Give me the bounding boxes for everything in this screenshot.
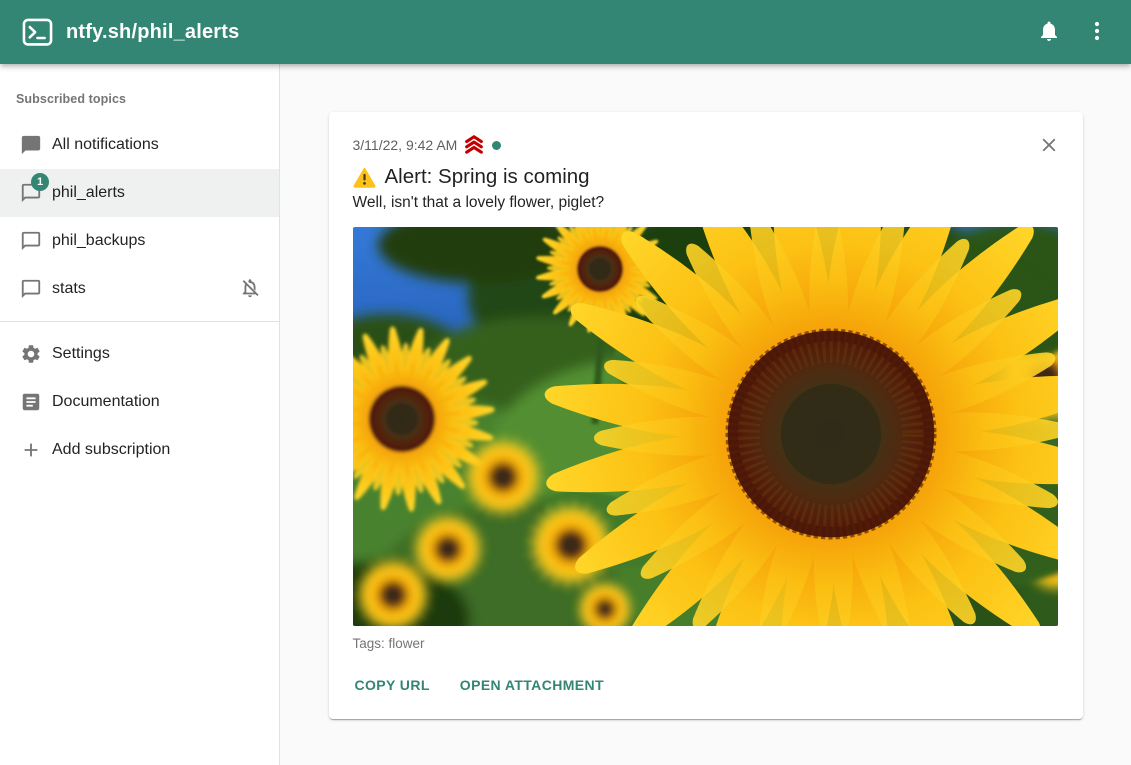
sidebar: Subscribed topics All notifications 1 ph… (0, 64, 280, 765)
sidebar-item-documentation[interactable]: Documentation (0, 378, 279, 426)
sidebar-item-label: phil_backups (52, 232, 145, 250)
timestamp: 3/11/22, 9:42 AM (353, 137, 458, 153)
close-notification-button[interactable] (1027, 124, 1071, 168)
main-content: 3/11/22, 9:42 AM (280, 64, 1131, 765)
notifications-bell-icon (1037, 19, 1061, 46)
sidebar-item-label: phil_alerts (52, 184, 125, 202)
chat-bubble-outline-icon: 1 (19, 181, 43, 205)
notifications-bell-button[interactable] (1025, 8, 1073, 56)
ntfy-app: ntfy.sh/phil_alerts Subscribed topics (0, 0, 1131, 765)
subscribed-topics-label: Subscribed topics (0, 80, 279, 121)
notification-tags: Tags: flower (353, 636, 1059, 651)
sidebar-item-phil-backups[interactable]: phil_backups (0, 217, 279, 265)
app-bar: ntfy.sh/phil_alerts (0, 0, 1131, 64)
sidebar-item-add-subscription[interactable]: Add subscription (0, 426, 279, 474)
sidebar-item-label: Settings (52, 345, 110, 363)
article-icon (19, 390, 43, 414)
sidebar-item-label: Documentation (52, 393, 160, 411)
unread-count-badge: 1 (31, 173, 49, 191)
attachment-image[interactable] (353, 227, 1058, 626)
notifications-off-icon (239, 277, 263, 301)
sidebar-item-stats[interactable]: stats (0, 265, 279, 313)
copy-url-button[interactable]: COPY URL (353, 667, 432, 703)
overflow-menu-icon (1085, 19, 1109, 46)
sidebar-item-label: All notifications (52, 136, 159, 154)
sidebar-item-label: stats (52, 280, 86, 298)
app-title: ntfy.sh/phil_alerts (66, 21, 239, 44)
notification-card: 3/11/22, 9:42 AM (329, 112, 1083, 719)
chat-bubble-filled-icon (19, 133, 43, 157)
terminal-icon (22, 18, 53, 46)
close-icon (1038, 134, 1060, 159)
gear-icon (19, 342, 43, 366)
open-attachment-button[interactable]: OPEN ATTACHMENT (458, 667, 606, 703)
notification-body: Well, isn't that a lovely flower, piglet… (353, 194, 1059, 212)
plus-icon (19, 438, 43, 462)
notification-actions: COPY URL OPEN ATTACHMENT (353, 667, 1059, 703)
unread-dot (492, 141, 501, 150)
chat-bubble-outline-icon (19, 277, 43, 301)
priority-high-triple-chevron-icon (463, 134, 485, 156)
warning-emoji (353, 167, 376, 188)
notification-title: Alert: Spring is coming (385, 165, 590, 189)
sidebar-item-label: Add subscription (52, 441, 170, 459)
notification-meta: 3/11/22, 9:42 AM (353, 134, 1059, 156)
sidebar-item-phil-alerts[interactable]: 1 phil_alerts (0, 169, 279, 217)
sidebar-item-settings[interactable]: Settings (0, 330, 279, 378)
overflow-menu-button[interactable] (1073, 8, 1121, 56)
sidebar-divider (0, 321, 279, 322)
chat-bubble-outline-icon (19, 229, 43, 253)
sidebar-item-all-notifications[interactable]: All notifications (0, 121, 279, 169)
notification-title-row: Alert: Spring is coming (353, 165, 1059, 189)
